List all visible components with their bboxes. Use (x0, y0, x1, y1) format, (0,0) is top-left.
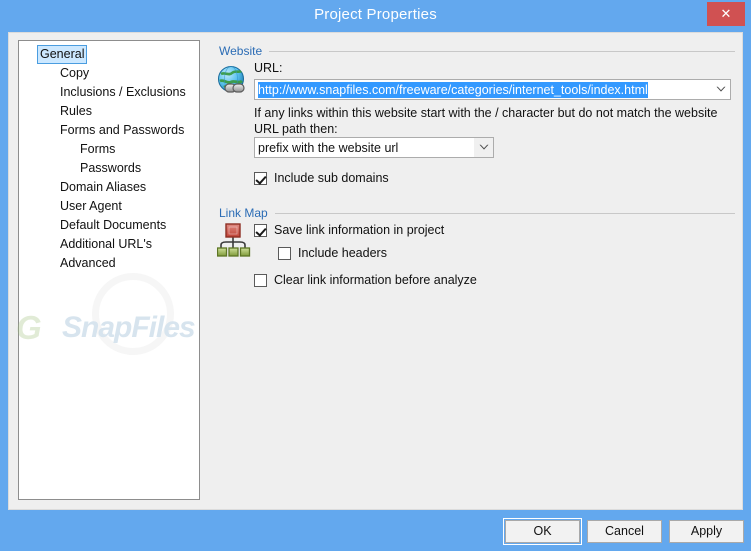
chevron-down-icon[interactable] (711, 80, 730, 99)
include-sub-domains-label: Include sub domains (274, 171, 389, 185)
sidebar-item-label: User Agent (60, 199, 122, 213)
prefix-option-combobox[interactable]: prefix with the website url (254, 137, 494, 158)
close-icon[interactable]: ✕ (707, 2, 745, 26)
sidebar-item-label: Additional URL's (60, 237, 153, 251)
sidebar-item-label: Forms and Passwords (60, 123, 185, 137)
sidebar-item-label: Inclusions / Exclusions (60, 85, 186, 99)
sidebar-item-label: Passwords (80, 161, 142, 175)
settings-tree[interactable]: General Copy Inclusions / Exclusions Rules F… (18, 40, 200, 500)
website-group-header: Website (219, 43, 735, 59)
url-combobox[interactable]: http://www.snapfiles.com/freeware/catego… (254, 79, 731, 100)
settings-pane-general: Website URL: http://www.snapfiles.com/fr… (209, 33, 742, 509)
project-properties-dialog: Project Properties ✕ General Copy Inclusio… (0, 0, 751, 551)
checkbox-box[interactable] (278, 246, 291, 260)
link-map-hierarchy-icon (216, 223, 251, 257)
url-input-value[interactable]: http://www.snapfiles.com/freeware/catego… (258, 82, 648, 98)
include-headers-label: Include headers (298, 246, 387, 260)
include-sub-domains-checkbox[interactable]: Include sub domains (254, 171, 389, 185)
clear-link-info-label: Clear link information before analyze (274, 273, 477, 287)
save-link-info-checkbox[interactable]: Save link information in project (254, 223, 444, 237)
globe-link-icon (217, 65, 249, 97)
sidebar-item-passwords[interactable]: Passwords (19, 159, 199, 178)
url-label: URL: (254, 61, 283, 75)
dialog-client-area: General Copy Inclusions / Exclusions Rules F… (8, 32, 743, 510)
save-link-info-label: Save link information in project (274, 223, 445, 237)
clear-link-info-checkbox[interactable]: Clear link information before analyze (254, 273, 477, 287)
sidebar-item-label: Copy (60, 66, 90, 80)
sidebar-item-advanced[interactable]: Advanced (19, 254, 199, 273)
ok-button[interactable]: OK (503, 518, 582, 545)
sidebar-item-user-agent[interactable]: User Agent (19, 197, 199, 216)
sidebar-item-domain-aliases[interactable]: Domain Aliases (19, 178, 199, 197)
linkmap-group-header: Link Map (219, 205, 735, 221)
sidebar-item-default-documents[interactable]: Default Documents (19, 216, 199, 235)
dialog-footer: OK Cancel Apply (0, 510, 751, 551)
sidebar-item-inclusions-exclusions[interactable]: Inclusions / Exclusions (19, 83, 199, 102)
sidebar-item-additional-url-s[interactable]: Additional URL's (19, 235, 199, 254)
window-title: Project Properties (314, 6, 437, 23)
website-group-title: Website (219, 44, 263, 58)
sidebar-item-label: Domain Aliases (60, 180, 147, 194)
checkbox-box[interactable] (254, 273, 267, 287)
checkbox-box[interactable] (254, 223, 267, 237)
sidebar-item-label: Default Documents (60, 218, 167, 232)
cancel-button[interactable]: Cancel (587, 520, 662, 543)
checkbox-box[interactable] (254, 171, 267, 185)
sidebar-item-label: Rules (60, 104, 92, 118)
sidebar-item-label: Forms (80, 142, 116, 156)
title-bar: Project Properties ✕ (0, 0, 751, 32)
url-path-hint: If any links within this website start w… (254, 106, 718, 136)
sidebar-item-forms[interactable]: Forms (19, 140, 199, 159)
include-headers-checkbox[interactable]: Include headers (278, 246, 387, 260)
sidebar-item-label: General (37, 45, 88, 64)
chevron-down-icon[interactable] (474, 138, 493, 157)
sidebar-item-general[interactable]: General (19, 45, 199, 64)
sidebar-item-rules[interactable]: Rules (19, 102, 199, 121)
sidebar-item-forms-and-passwords[interactable]: Forms and Passwords (19, 121, 199, 140)
prefix-option-value[interactable]: prefix with the website url (258, 140, 473, 156)
sidebar-item-label: Advanced (60, 256, 116, 270)
apply-button[interactable]: Apply (669, 520, 744, 543)
linkmap-group-rule (274, 212, 735, 214)
linkmap-group-title: Link Map (219, 206, 268, 220)
website-group-rule (269, 50, 735, 52)
sidebar-item-copy[interactable]: Copy (19, 64, 199, 83)
